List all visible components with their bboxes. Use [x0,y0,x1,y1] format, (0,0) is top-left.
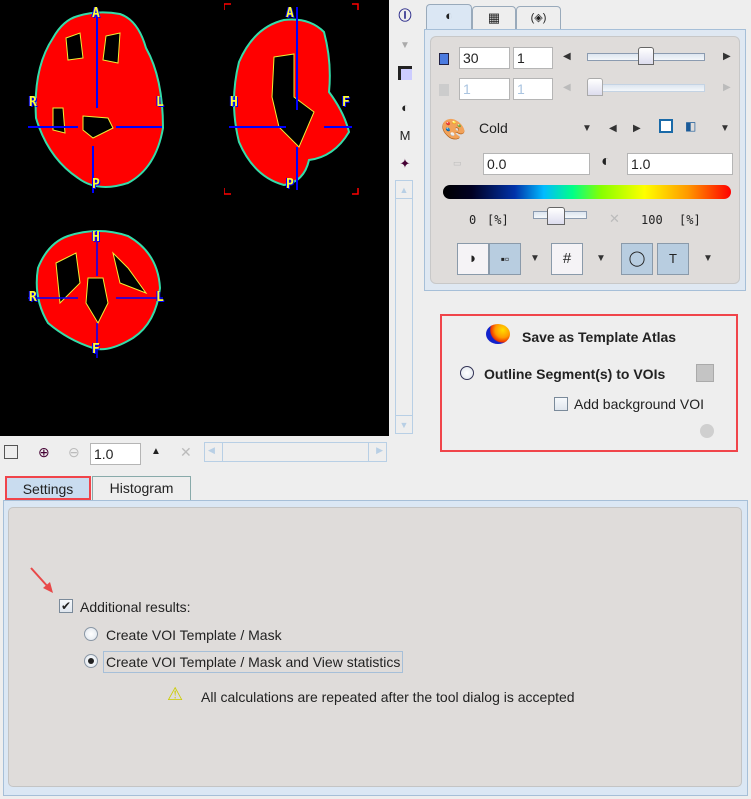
colormap-options-dropdown[interactable]: ▼ [720,123,730,134]
atlas-brain-icon[interactable] [486,324,510,344]
frame-next-arrow[interactable]: ▶ [723,82,731,93]
max-value-input[interactable]: 1.0 [627,153,733,175]
option-create-template-stats-radio[interactable] [84,654,98,668]
axial-label-bottom: P [92,177,100,192]
range-max-label: 100 [641,213,663,227]
option-create-template-label[interactable]: Create VOI Template / Mask [106,627,282,643]
colormap-prev[interactable]: ◀ [609,123,617,134]
sagittal-label-left: H [230,95,238,110]
contrast-icon[interactable]: ◐ [395,98,415,118]
horizontal-scrollbar[interactable]: ◀ ▶ [204,442,387,462]
overlay-dropdown[interactable]: ▼ [703,253,713,264]
3d-colormap-icon[interactable]: ◧ [685,119,696,133]
axial-label-top: A [92,6,100,21]
invert-colormap-icon[interactable] [659,119,673,133]
slice-prev-arrow[interactable]: ◀ [563,51,571,62]
vertical-scrollbar[interactable]: ▲ ▼ [395,180,413,434]
option-create-template-radio[interactable] [84,627,98,641]
settings-panel: ✔ Additional results: Create VOI Templat… [3,500,748,796]
tab-layout[interactable]: ▦ [472,6,516,30]
tab-settings[interactable]: Settings [5,476,91,500]
sagittal-label-bottom: P [286,177,294,192]
option-create-template-stats-label[interactable]: Create VOI Template / Mask and View stat… [103,651,404,673]
text-overlay-button[interactable]: T [657,243,689,275]
remove-icon[interactable] [700,424,714,438]
frame-slider[interactable] [587,84,705,92]
shading-button[interactable]: ◗ [457,243,489,275]
range-slider-thumb[interactable] [547,207,566,225]
window-icon[interactable] [395,66,415,86]
tab-histogram[interactable]: Histogram [92,476,191,500]
coronal-label-bottom: F [92,342,100,357]
mip-icon[interactable]: M [395,126,415,146]
grid-dropdown[interactable]: ▼ [596,253,606,264]
axial-label-right: L [156,95,164,110]
min-lock-icon[interactable]: ▭ [453,158,462,169]
add-background-checkbox[interactable] [554,397,568,411]
sagittal-view[interactable] [224,2,359,197]
zoom-input[interactable]: 1.0 [90,443,141,465]
scroll-up-button[interactable]: ▲ [396,181,412,199]
reset-range-icon[interactable]: ✕ [609,211,620,227]
colorbar[interactable] [443,185,731,199]
scroll-right-button[interactable]: ▶ [376,445,383,456]
axial-label-left: R [29,95,37,110]
scroll-down-button[interactable]: ▼ [396,415,412,433]
tab-fusion[interactable]: (◈) [516,6,561,30]
color-control-panel: 30 1 ◀ ▶ 1 1 ◀ ▶ 🎨 Cold ▼ ◀ ▶ ◧ ▼ ▭ 0.0 … [424,29,746,291]
coronal-label-left: R [29,290,37,305]
chevron-down-icon[interactable]: ▼ [395,36,415,56]
sagittal-label-right: F [342,95,350,110]
max-contrast-icon[interactable]: ◐ [601,153,611,171]
annotation-arrow [30,567,53,593]
image-viewer[interactable]: A P R L A P H F H F R L [0,0,389,436]
additional-results-label: Additional results: [80,599,191,615]
axial-brain-region [34,11,165,188]
tab-color[interactable]: ◐ [426,4,472,30]
min-value-input[interactable]: 0.0 [483,153,590,175]
palette-icon[interactable]: 🎨 [441,117,466,142]
add-background-label: Add background VOI [574,396,704,412]
slice-icon [439,53,449,65]
eject-icon[interactable]: ▲ [151,446,161,457]
frame-input[interactable]: 1 [459,78,510,100]
colormap-next[interactable]: ▶ [633,123,641,134]
range-min-unit: [%] [487,213,509,227]
warning-text: All calculations are repeated after the … [201,689,575,705]
layout-dropdown[interactable]: ▼ [530,253,540,264]
warning-icon: ⚠ [167,684,184,704]
colormap-dropdown-arrow[interactable]: ▼ [582,123,592,134]
zoom-in-icon[interactable]: ⊕ [38,444,50,461]
zoom-out-icon[interactable]: ⊖ [68,444,80,461]
range-min-label: 0 [469,213,477,227]
frame-prev-arrow[interactable]: ◀ [563,82,571,93]
layout-grid-button[interactable]: ▪▫ [489,243,521,275]
outline-segments-button[interactable]: Outline Segment(s) to VOIs [484,366,665,382]
atlas-highlight-box: Save as Template Atlas Outline Segment(s… [440,314,738,452]
slice-step-input[interactable]: 1 [513,47,553,69]
colormap-select[interactable]: Cold [479,120,508,136]
crosshair-icon[interactable]: ✦ [395,154,415,174]
outline-button[interactable]: ◯ [621,243,653,275]
outline-segments-icon[interactable] [460,366,474,380]
slice-input[interactable]: 30 [459,47,510,69]
range-max-unit: [%] [679,213,701,227]
select-checkbox[interactable] [4,445,18,459]
coronal-label-right: L [156,290,164,305]
save-template-atlas-button[interactable]: Save as Template Atlas [522,329,676,345]
sagittal-label-top: A [286,6,294,21]
grid-button[interactable]: # [551,243,583,275]
close-icon[interactable]: ✕ [180,444,192,461]
slice-next-arrow[interactable]: ▶ [723,51,731,62]
frame-icon [439,84,449,96]
save-disk-icon[interactable] [696,364,714,382]
axial-view[interactable] [28,8,168,193]
additional-results-checkbox[interactable]: ✔ [59,599,73,613]
info-icon[interactable]: Ⓘ [395,6,415,26]
frame-step-input[interactable]: 1 [513,78,553,100]
coronal-label-top: H [92,230,100,245]
slice-slider-thumb[interactable] [638,47,654,65]
frame-slider-thumb[interactable] [587,78,603,96]
scroll-left-button[interactable]: ◀ [208,445,215,456]
